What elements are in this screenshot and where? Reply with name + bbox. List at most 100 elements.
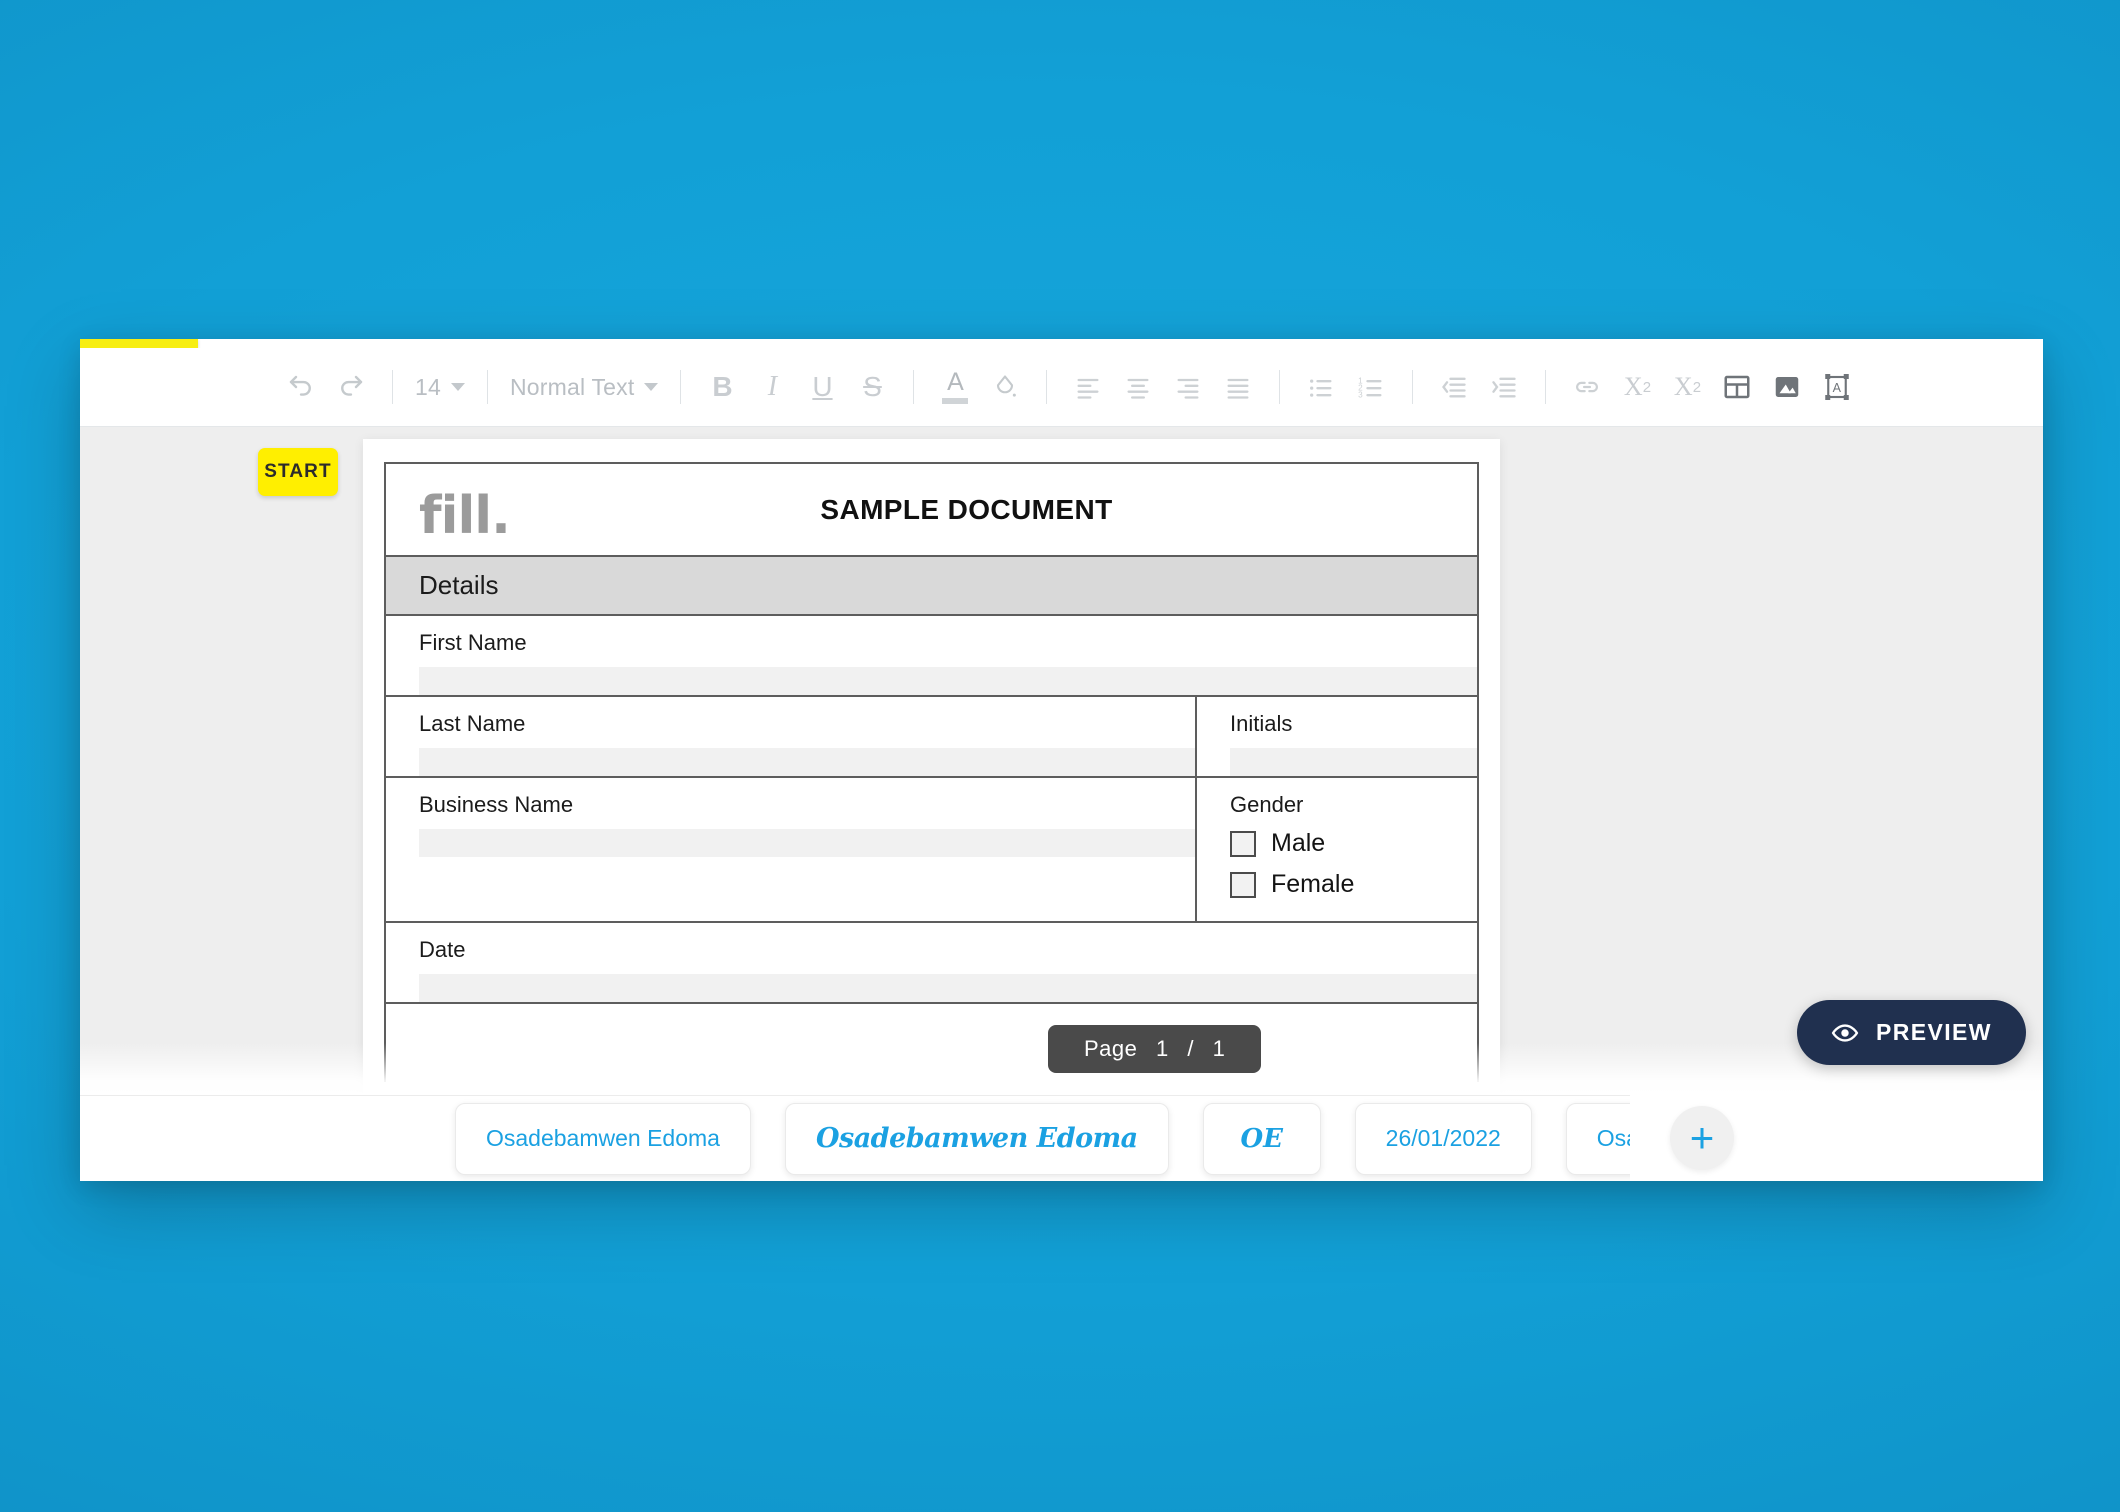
page-indicator: Page 1 / 1 [1048,1025,1262,1073]
subscript-icon[interactable]: X2 [1612,364,1662,410]
page-indicator-prefix: Page [1084,1036,1138,1061]
field-label: Initials [1230,711,1293,736]
app-window: 14 Normal Text B I U S A 1 2 3 X 2 X 2 A… [80,339,2043,1181]
field-label: Last Name [419,711,526,736]
signature-chip[interactable]: OE [1202,1102,1321,1175]
progress-fill [80,339,198,348]
signature-chip[interactable]: 26/01/2022 [1354,1102,1532,1175]
underline-button[interactable]: U [797,364,847,410]
highlight-color-icon[interactable] [980,364,1030,410]
increase-indent-icon[interactable] [1479,364,1529,410]
toolbar-divider [1545,370,1547,404]
signature-chip[interactable]: Osadebamwen Edoma [455,1102,751,1175]
bulleted-list-icon[interactable] [1296,364,1346,410]
section-header-details: Details [386,557,1477,616]
field-gender: Gender Male Female [1195,778,1477,921]
form-row: Business Name Gender Male Female [386,778,1477,923]
field-input[interactable] [419,974,1477,1002]
strikethrough-button[interactable]: S [847,364,897,410]
field-first-name[interactable]: First Name [386,616,1477,695]
field-business-name[interactable]: Business Name [386,778,1195,921]
undo-icon[interactable] [276,364,326,410]
checkbox-female[interactable]: Female [1230,870,1477,899]
field-input[interactable] [419,748,1195,776]
start-badge[interactable]: START [258,448,338,496]
superscript-sup: 2 [1692,378,1702,396]
fill-logo: fill. [419,486,511,546]
progress-track [80,339,2043,348]
toolbar-divider [392,370,393,404]
field-input[interactable] [419,829,1195,857]
page-indicator-separator: / [1187,1036,1195,1061]
text-color-icon[interactable]: A [930,364,980,410]
toolbar-group-history [276,364,376,410]
toolbar-group-color: A [930,364,1030,410]
eye-icon [1831,1019,1859,1047]
text-style-value: Normal Text [509,373,635,400]
checkbox-label: Female [1271,870,1355,898]
document-header: fill. SAMPLE DOCUMENT [386,464,1477,557]
field-input[interactable] [1230,748,1477,776]
insert-table-icon[interactable] [1712,364,1762,410]
toolbar-group-format: B I U S [697,364,897,410]
document-title: SAMPLE DOCUMENT [820,493,1113,525]
add-signature-button[interactable]: + [1670,1106,1734,1170]
bold-button[interactable]: B [697,364,747,410]
text-color-swatch [942,398,969,404]
preview-label: PREVIEW [1876,1019,1992,1045]
page-indicator-total: 1 [1212,1036,1226,1061]
insert-text-box-icon[interactable]: A [1812,364,1862,410]
subscript-sub: 2 [1642,378,1652,396]
toolbar-divider [913,370,915,404]
checkbox-label: Male [1271,829,1326,857]
checkbox-male[interactable]: Male [1230,829,1477,858]
bold-label: B [712,371,733,402]
field-label: Gender [1230,792,1304,817]
superscript-icon[interactable]: X2 [1662,364,1712,410]
align-center-icon[interactable] [1113,364,1163,410]
insert-link-icon[interactable] [1562,364,1612,410]
plus-icon: + [1689,1114,1715,1161]
chevron-down-icon [644,383,659,391]
document-table: fill. SAMPLE DOCUMENT Details First Name… [384,462,1479,1082]
align-left-icon[interactable] [1063,364,1113,410]
superscript-label: X [1673,372,1693,401]
checkbox-icon[interactable] [1230,830,1256,857]
decrease-indent-icon[interactable] [1429,364,1479,410]
field-date[interactable]: Date [386,923,1477,1002]
field-input[interactable] [419,667,1477,695]
field-last-name[interactable]: Last Name [386,697,1195,776]
form-row: Date [386,923,1477,1004]
underline-label: U [812,371,833,402]
text-style-select[interactable]: Normal Text [504,367,664,407]
numbered-list-icon[interactable]: 1 2 3 [1346,364,1396,410]
field-initials[interactable]: Initials [1195,697,1477,776]
align-justify-icon[interactable] [1213,364,1263,410]
signature-add-panel: + [1630,1095,2043,1181]
editor-canvas: START fill. SAMPLE DOCUMENT Details Firs… [80,427,2043,1095]
italic-label: I [767,371,778,402]
editor-toolbar: 14 Normal Text B I U S A 1 2 3 X 2 X 2 A [80,348,2043,427]
field-label: First Name [419,630,527,655]
form-row: First Name [386,616,1477,697]
form-row: Last Name Initials [386,697,1477,778]
svg-text:A: A [1833,381,1842,395]
toolbar-group-lists: 1 2 3 [1296,364,1396,410]
strikethrough-label: S [863,371,882,402]
toolbar-divider [680,370,682,404]
align-right-icon[interactable] [1163,364,1213,410]
svg-text:3: 3 [1359,391,1364,400]
toolbar-divider [1046,370,1048,404]
toolbar-group-align [1063,364,1263,410]
italic-button[interactable]: I [747,364,797,410]
redo-icon[interactable] [326,364,376,410]
preview-button[interactable]: PREVIEW [1797,1000,2026,1065]
toolbar-divider [1279,370,1281,404]
insert-image-icon[interactable] [1762,364,1812,410]
document-page[interactable]: fill. SAMPLE DOCUMENT Details First Name… [363,439,1500,1095]
signature-chip[interactable]: Osadebamwen Edoma [784,1102,1169,1175]
page-indicator-current: 1 [1156,1036,1169,1061]
checkbox-icon[interactable] [1230,871,1256,898]
font-size-select[interactable]: 14 [409,367,471,407]
font-size-value: 14 [415,373,441,400]
